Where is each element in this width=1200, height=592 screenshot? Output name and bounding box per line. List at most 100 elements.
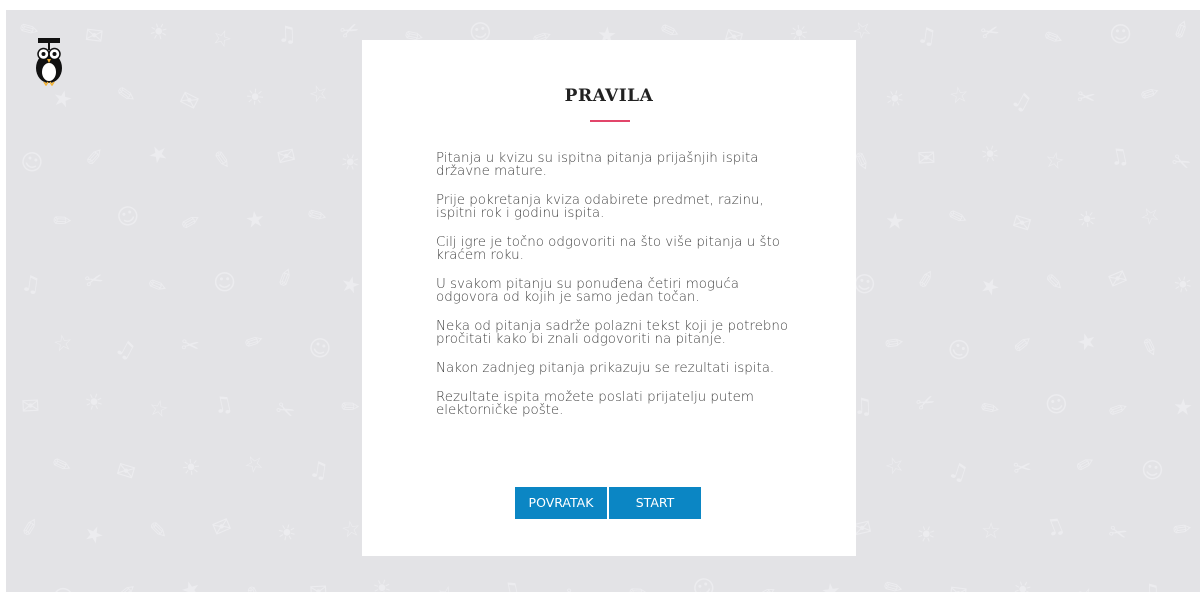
doodle-glyph: ✂ xyxy=(913,388,940,418)
doodle-glyph: ★ xyxy=(244,207,267,234)
doodle-glyph: ♫ xyxy=(1141,580,1162,592)
doodle-glyph: ✎ xyxy=(1045,271,1063,296)
doodle-glyph: ☆ xyxy=(339,516,362,544)
doodle-glyph: ☀ xyxy=(80,387,109,418)
doodle-glyph: ♫ xyxy=(945,458,971,488)
doodle-glyph: ♫ xyxy=(499,577,524,592)
doodle-glyph: ☺ xyxy=(17,148,47,179)
doodle-glyph: ☺ xyxy=(689,574,719,592)
doodle-glyph: ☺ xyxy=(942,334,974,367)
doodle-glyph: ☆ xyxy=(947,82,970,110)
doodle-glyph: ☀ xyxy=(335,148,363,179)
doodle-glyph: ✐ xyxy=(1169,16,1196,46)
doodle-glyph: ☆ xyxy=(434,581,458,592)
doodle-glyph: ✉ xyxy=(209,513,236,543)
page-background: ✎✉☀☆♫✂✏☺✐★✎✉☀☆♫✂✏☺✐★✎✉☀☆♫✂✏☺✐★✎✉☀☆♫✂✏☺✐★… xyxy=(6,10,1200,592)
doodle-glyph: ✏ xyxy=(144,272,171,302)
owl-logo-icon[interactable] xyxy=(34,38,64,87)
doodle-glyph: ✎ xyxy=(304,201,332,232)
doodle-glyph: ✂ xyxy=(180,333,201,360)
doodle-glyph: ★ xyxy=(338,271,363,300)
rule-item: Cilj igre je točno odgovoriti na što viš… xyxy=(436,235,780,263)
rule-item: Pitanja u kvizu su ispitna pitanja prija… xyxy=(436,151,759,179)
doodle-glyph: ☺ xyxy=(46,582,78,592)
doodle-glyph: ☺ xyxy=(213,271,236,296)
doodle-glyph: ✎ xyxy=(1136,334,1162,364)
doodle-glyph: ✉ xyxy=(309,580,329,592)
doodle-glyph: ♫ xyxy=(1041,512,1069,543)
doodle-glyph: ✏ xyxy=(1172,516,1194,543)
doodle-glyph: ☀ xyxy=(882,85,907,114)
doodle-glyph: ✏ xyxy=(1040,24,1067,54)
start-button[interactable]: START xyxy=(609,487,701,519)
doodle-glyph: ☀ xyxy=(1076,207,1098,234)
rule-item: Prije pokretanja kviza odabirete predmet… xyxy=(436,193,764,221)
title-underline xyxy=(590,120,630,122)
doodle-glyph: ✎ xyxy=(211,147,233,175)
doodle-glyph: ♫ xyxy=(915,23,938,51)
doodle-glyph: ✏ xyxy=(1138,80,1164,110)
doodle-glyph: ☆ xyxy=(1136,201,1165,232)
doodle-glyph: ✐ xyxy=(116,581,137,592)
doodle-glyph: ✂ xyxy=(1167,148,1194,178)
doodle-glyph: ✐ xyxy=(84,146,104,172)
doodle-glyph: ☆ xyxy=(882,451,909,481)
doodle-glyph: ✉ xyxy=(947,581,968,592)
doodle-glyph: ☆ xyxy=(1042,147,1066,175)
doodle-glyph: ✐ xyxy=(273,264,300,294)
doodle-glyph: ✉ xyxy=(175,86,203,117)
rule-item: U svakom pitanju su ponuđena četiri mogu… xyxy=(436,277,740,305)
doodle-glyph: ☺ xyxy=(113,202,143,234)
doodle-glyph: ☀ xyxy=(1170,271,1195,300)
doodle-glyph: ✂ xyxy=(559,582,586,592)
doodle-glyph: ✎ xyxy=(149,519,167,544)
doodle-glyph: ✂ xyxy=(337,16,364,46)
doodle-glyph: ♫ xyxy=(307,457,330,485)
doodle-glyph: ✐ xyxy=(915,267,939,296)
doodle-glyph: ✂ xyxy=(82,267,106,296)
doodle-glyph: ✎ xyxy=(945,203,971,233)
doodle-glyph: ✏ xyxy=(629,581,649,592)
doodle-glyph: ✐ xyxy=(753,581,778,592)
doodle-glyph: ✏ xyxy=(884,330,906,357)
doodle-glyph: ✉ xyxy=(21,394,41,420)
doodle-glyph: ♫ xyxy=(111,334,140,365)
doodle-glyph: ✂ xyxy=(1012,455,1033,482)
doodle-glyph: ✏ xyxy=(978,395,1002,423)
doodle-glyph: ☆ xyxy=(1072,582,1099,592)
rule-item: Neka od pitanja sadrže polazni tekst koj… xyxy=(436,319,789,347)
doodle-glyph: ✂ xyxy=(271,396,298,426)
doodle-glyph: ☺ xyxy=(1043,391,1070,420)
rules-title: PRAVILA xyxy=(564,86,654,106)
doodle-glyph: ★ xyxy=(1172,395,1193,421)
doodle-glyph: ☀ xyxy=(244,85,265,111)
rule-item: Nakon zadnjeg pitanja prikazuju se rezul… xyxy=(436,361,775,376)
doodle-glyph: ☀ xyxy=(1010,576,1036,592)
doodle-glyph: ✏ xyxy=(53,209,73,235)
doodle-glyph: ☆ xyxy=(981,519,1001,544)
doodle-glyph: ★ xyxy=(820,579,843,592)
rules-list: Pitanja u kvizu su ispitna pitanja prija… xyxy=(436,152,796,433)
doodle-glyph: ♫ xyxy=(1007,86,1036,117)
doodle-glyph: ✏ xyxy=(341,395,361,421)
doodle-glyph: ☆ xyxy=(51,330,74,358)
doodle-glyph: ✂ xyxy=(1076,85,1097,112)
doodle-glyph: ✉ xyxy=(275,143,299,172)
doodle-glyph: ☆ xyxy=(306,79,333,109)
doodle-glyph: ★ xyxy=(144,139,173,170)
doodle-glyph: ☀ xyxy=(180,455,202,482)
doodle-glyph: ★ xyxy=(80,520,108,551)
doodle-glyph: ☺ xyxy=(1109,23,1132,48)
doodle-glyph: ♫ xyxy=(277,22,298,48)
doodle-glyph: ♫ xyxy=(211,391,236,420)
doodle-glyph: ★ xyxy=(178,576,204,592)
doodle-glyph: ✎ xyxy=(49,451,75,481)
back-button[interactable]: POVRATAK xyxy=(515,487,607,519)
doodle-glyph: ★ xyxy=(884,209,905,235)
doodle-glyph: ✎ xyxy=(240,582,266,592)
doodle-glyph: ✏ xyxy=(242,328,268,358)
doodle-glyph: ♫ xyxy=(1107,143,1132,172)
doodle-glyph: ☺ xyxy=(1139,457,1166,485)
doodle-glyph: ✂ xyxy=(978,19,1002,48)
doodle-glyph: ✐ xyxy=(1103,396,1131,427)
